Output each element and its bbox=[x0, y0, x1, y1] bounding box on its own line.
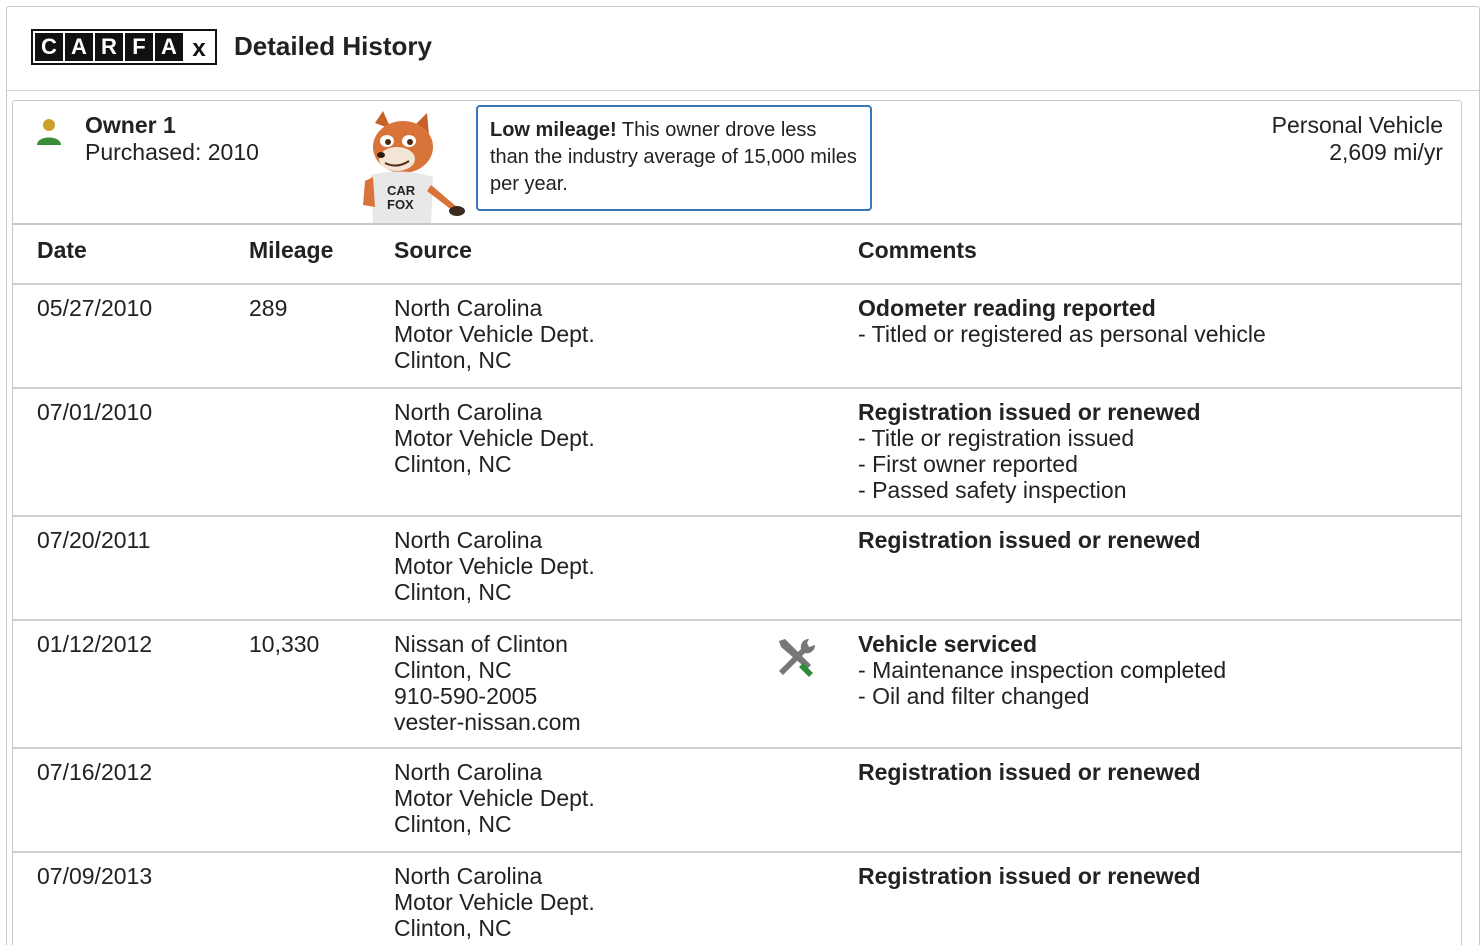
row-comments: Registration issued or renewed bbox=[858, 759, 1201, 785]
comment-item: Oil and filter changed bbox=[858, 683, 1226, 709]
table-row: 01/12/2012 10,330 Nissan of Clinton Clinton… bbox=[13, 621, 1461, 749]
logo-letter: A bbox=[65, 33, 93, 61]
svg-text:FOX: FOX bbox=[387, 197, 414, 212]
carfax-logo-box: C A R F A x bbox=[31, 29, 217, 65]
source-line: North Carolina bbox=[394, 527, 543, 553]
table-header: Date Mileage Source Comments bbox=[13, 225, 1461, 285]
source-line: North Carolina bbox=[394, 295, 543, 321]
comment-title: Vehicle serviced bbox=[858, 631, 1038, 657]
source-line: North Carolina bbox=[394, 759, 543, 785]
table-body: 05/27/2010 289 North Carolina Motor Vehicle… bbox=[13, 285, 1461, 945]
row-date: 07/20/2011 bbox=[37, 527, 151, 553]
source-line: Clinton, NC bbox=[394, 811, 512, 837]
callout-highlight: Low mileage! bbox=[490, 119, 617, 141]
source-line: Motor Vehicle Dept. bbox=[394, 889, 595, 915]
row-source: North Carolina Motor Vehicle Dept. Clinton… bbox=[394, 399, 595, 477]
logo-letter: A bbox=[155, 33, 183, 61]
logo-letter: R bbox=[95, 33, 123, 61]
source-line: Clinton, NC bbox=[394, 451, 512, 477]
vehicle-type: Personal Vehicle bbox=[1271, 112, 1443, 138]
comment-title: Registration issued or renewed bbox=[858, 399, 1201, 425]
table-row: 07/20/2011 North Carolina Motor Vehicle De… bbox=[13, 517, 1461, 621]
source-line: North Carolina bbox=[394, 863, 543, 889]
owner-purchased: Purchased: 2010 bbox=[85, 139, 259, 165]
low-mileage-callout: Low mileage! This owner drove less than … bbox=[476, 105, 872, 211]
comment-title: Registration issued or renewed bbox=[858, 527, 1201, 553]
comment-item: First owner reported bbox=[858, 451, 1201, 477]
source-line: Motor Vehicle Dept. bbox=[394, 553, 595, 579]
row-mileage: 289 bbox=[249, 295, 288, 321]
source-line: Motor Vehicle Dept. bbox=[394, 321, 595, 347]
table-row: 07/16/2012 North Carolina Motor Vehicle De… bbox=[13, 749, 1461, 853]
row-source: Nissan of Clinton Clinton, NC 910-590-2005… bbox=[394, 631, 581, 735]
table-row: 07/01/2010 North Carolina Motor Vehicle De… bbox=[13, 389, 1461, 517]
row-source: North Carolina Motor Vehicle Dept. Clinton… bbox=[394, 527, 595, 605]
comment-title: Registration issued or renewed bbox=[858, 863, 1201, 889]
row-source: North Carolina Motor Vehicle Dept. Clinton… bbox=[394, 759, 595, 837]
row-date: 05/27/2010 bbox=[37, 295, 153, 321]
page-title: Detailed History bbox=[234, 31, 432, 61]
report-header: C A R F A x Detailed History bbox=[7, 7, 1479, 91]
row-source: North Carolina Motor Vehicle Dept. Clinton… bbox=[394, 295, 595, 373]
source-line: Clinton, NC bbox=[394, 657, 512, 683]
row-comments: Vehicle servicedMaintenance inspection c… bbox=[858, 631, 1226, 709]
carfox-mascot-icon: CAR FOX bbox=[363, 111, 465, 223]
header-source: Source bbox=[394, 237, 472, 263]
logo-x: x bbox=[185, 33, 213, 61]
header-date: Date bbox=[37, 237, 87, 263]
owner-name: Owner 1 bbox=[85, 112, 176, 138]
header-comments: Comments bbox=[858, 237, 977, 263]
row-date: 07/01/2010 bbox=[37, 399, 153, 425]
person-icon bbox=[37, 119, 61, 145]
owner-history-card: Owner 1 Purchased: 2010 CAR FOX Low mile… bbox=[12, 100, 1462, 945]
row-comments: Registration issued or renewed bbox=[858, 527, 1201, 553]
comment-title: Registration issued or renewed bbox=[858, 759, 1201, 785]
comment-item: Maintenance inspection completed bbox=[858, 657, 1226, 683]
row-comments: Odometer reading reportedTitled or regis… bbox=[858, 295, 1266, 347]
row-comments: Registration issued or renewed bbox=[858, 863, 1201, 889]
comment-item: Title or registration issued bbox=[858, 425, 1201, 451]
comment-item: Titled or registered as personal vehicle bbox=[858, 321, 1266, 347]
row-date: 07/09/2013 bbox=[37, 863, 153, 889]
logo-letter: F bbox=[125, 33, 153, 61]
row-mileage: 10,330 bbox=[249, 631, 320, 657]
svg-text:CAR: CAR bbox=[387, 183, 416, 198]
source-line: Nissan of Clinton bbox=[394, 631, 568, 657]
mileage-per-year: 2,609 mi/yr bbox=[1329, 139, 1443, 165]
source-line: vester-nissan.com bbox=[394, 709, 581, 735]
row-date: 01/12/2012 bbox=[37, 631, 153, 657]
logo-letter: C bbox=[35, 33, 63, 61]
row-date: 07/16/2012 bbox=[37, 759, 153, 785]
source-line: Clinton, NC bbox=[394, 579, 512, 605]
comment-title: Odometer reading reported bbox=[858, 295, 1156, 321]
wrench-screwdriver-icon bbox=[779, 638, 816, 677]
table-row: 07/09/2013 North Carolina Motor Vehicle De… bbox=[13, 853, 1461, 945]
carfax-logo: C A R F A x bbox=[31, 29, 217, 65]
history-table: Date Mileage Source Comments 05/27/2010 2… bbox=[13, 223, 1461, 945]
owner-summary: Owner 1 Purchased: 2010 CAR FOX Low mile… bbox=[13, 101, 1461, 225]
row-source: North Carolina Motor Vehicle Dept. Clinton… bbox=[394, 863, 595, 941]
table-row: 05/27/2010 289 North Carolina Motor Vehicle… bbox=[13, 285, 1461, 389]
header-mileage: Mileage bbox=[249, 237, 334, 263]
source-line: Clinton, NC bbox=[394, 915, 512, 941]
source-line: Motor Vehicle Dept. bbox=[394, 425, 595, 451]
row-comments: Registration issued or renewedTitle or r… bbox=[858, 399, 1201, 503]
source-line: Clinton, NC bbox=[394, 347, 512, 373]
source-line: Motor Vehicle Dept. bbox=[394, 785, 595, 811]
comment-item: Passed safety inspection bbox=[858, 477, 1201, 503]
source-line: North Carolina bbox=[394, 399, 543, 425]
source-line: 910-590-2005 bbox=[394, 683, 538, 709]
